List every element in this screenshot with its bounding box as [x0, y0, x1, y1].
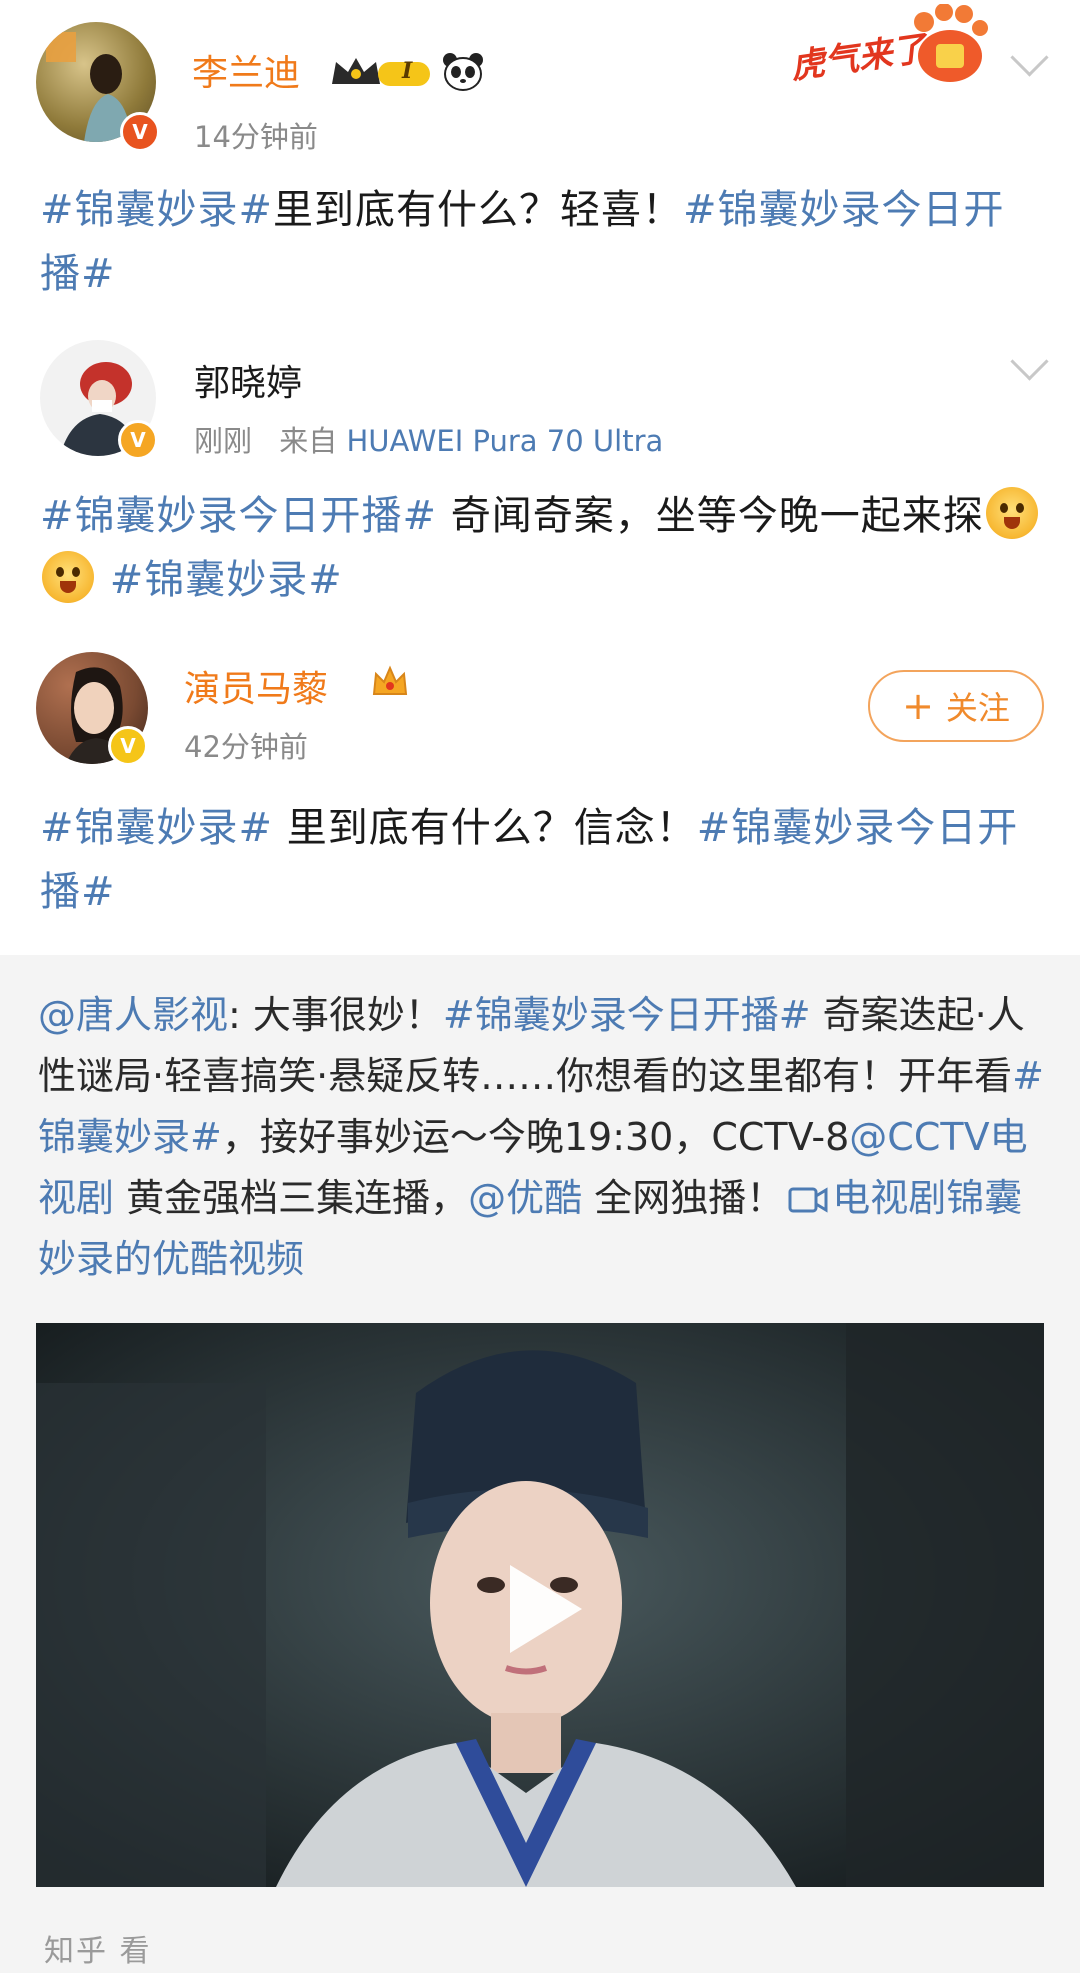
- level-badge: I: [402, 58, 413, 84]
- vip-crown-icon: I: [330, 54, 434, 90]
- verified-badge-icon: V: [118, 420, 158, 460]
- repost-text: @唐人影视: 大事很妙！#锦囊妙录今日开播# 奇案迭起·人性谜局·轻喜搞笑·悬疑…: [38, 985, 1048, 1290]
- post-text: 里到底有什么？轻喜！: [273, 187, 684, 233]
- flower-face-emoji-icon: [42, 551, 94, 603]
- tiger-banner-text: 虎气来了: [788, 28, 929, 88]
- hashtag-link[interactable]: #锦囊妙录#: [40, 187, 273, 233]
- post-time: 刚刚: [194, 424, 253, 458]
- play-icon[interactable]: [510, 1565, 582, 1653]
- post-time: 14分钟前: [194, 120, 318, 154]
- hashtag-link[interactable]: #锦囊妙录#: [110, 557, 343, 603]
- post-author-name[interactable]: 李兰迪: [192, 44, 300, 96]
- paw-gift-icon: [914, 4, 988, 82]
- post-text: 里到底有什么？信念！: [273, 805, 697, 851]
- mention-link[interactable]: @唐人影视: [38, 993, 228, 1037]
- panda-icon: [442, 52, 484, 96]
- post-source-prefix: 来自: [279, 424, 338, 458]
- repost-card[interactable]: @唐人影视: 大事很妙！#锦囊妙录今日开播# 奇案迭起·人性谜局·轻喜搞笑·悬疑…: [0, 955, 1080, 1973]
- post-content: #锦囊妙录今日开播# 奇闻奇案，坐等今晚一起来探 #锦囊妙录#: [40, 484, 1040, 612]
- post-content: #锦囊妙录#里到底有什么？轻喜！#锦囊妙录今日开播#: [40, 178, 1040, 306]
- follow-label: 关注: [945, 689, 1010, 727]
- video-link-icon: [788, 1187, 828, 1213]
- follow-button[interactable]: + 关注: [868, 670, 1044, 742]
- verified-badge-icon: V: [120, 112, 160, 152]
- tiger-banner[interactable]: 虎气来了: [786, 4, 988, 88]
- repost-text-part: 全网独播！: [582, 1176, 785, 1220]
- hashtag-link[interactable]: #锦囊妙录今日开播#: [443, 993, 811, 1037]
- excited-face-emoji-icon: [985, 487, 1038, 539]
- crown-icon: [372, 665, 408, 695]
- post-author-name[interactable]: 郭晓婷: [194, 354, 302, 406]
- post-content: #锦囊妙录# 里到底有什么？信念！#锦囊妙录今日开播#: [40, 796, 1040, 924]
- watermark: 知乎 看: [44, 1934, 152, 1969]
- hashtag-link[interactable]: #锦囊妙录#: [40, 805, 273, 851]
- hashtag-link[interactable]: #锦囊妙录今日开播#: [40, 493, 437, 539]
- post-author-name[interactable]: 演员马藜: [184, 660, 328, 712]
- chevron-down-icon[interactable]: [1010, 38, 1049, 77]
- verified-badge-icon: V: [108, 726, 148, 766]
- mention-link[interactable]: @优酷: [468, 1176, 582, 1220]
- post-meta: 刚刚 来自 HUAWEI Pura 70 Ultra: [194, 418, 663, 460]
- video-player[interactable]: [36, 1323, 1044, 1887]
- plus-icon: +: [902, 684, 934, 728]
- repost-text-part: : 大事很妙！: [228, 993, 443, 1037]
- post-text: 奇闻奇案，坐等今晚一起来探: [437, 493, 984, 539]
- post-source[interactable]: HUAWEI Pura 70 Ultra: [346, 424, 663, 458]
- repost-text-part: ，接好事妙运～今晚19:30，CCTV-8: [221, 1115, 850, 1159]
- post-time: 42分钟前: [184, 730, 308, 764]
- chevron-down-icon[interactable]: [1010, 342, 1049, 381]
- repost-text-part: 黄金强档三集连播，: [114, 1176, 469, 1220]
